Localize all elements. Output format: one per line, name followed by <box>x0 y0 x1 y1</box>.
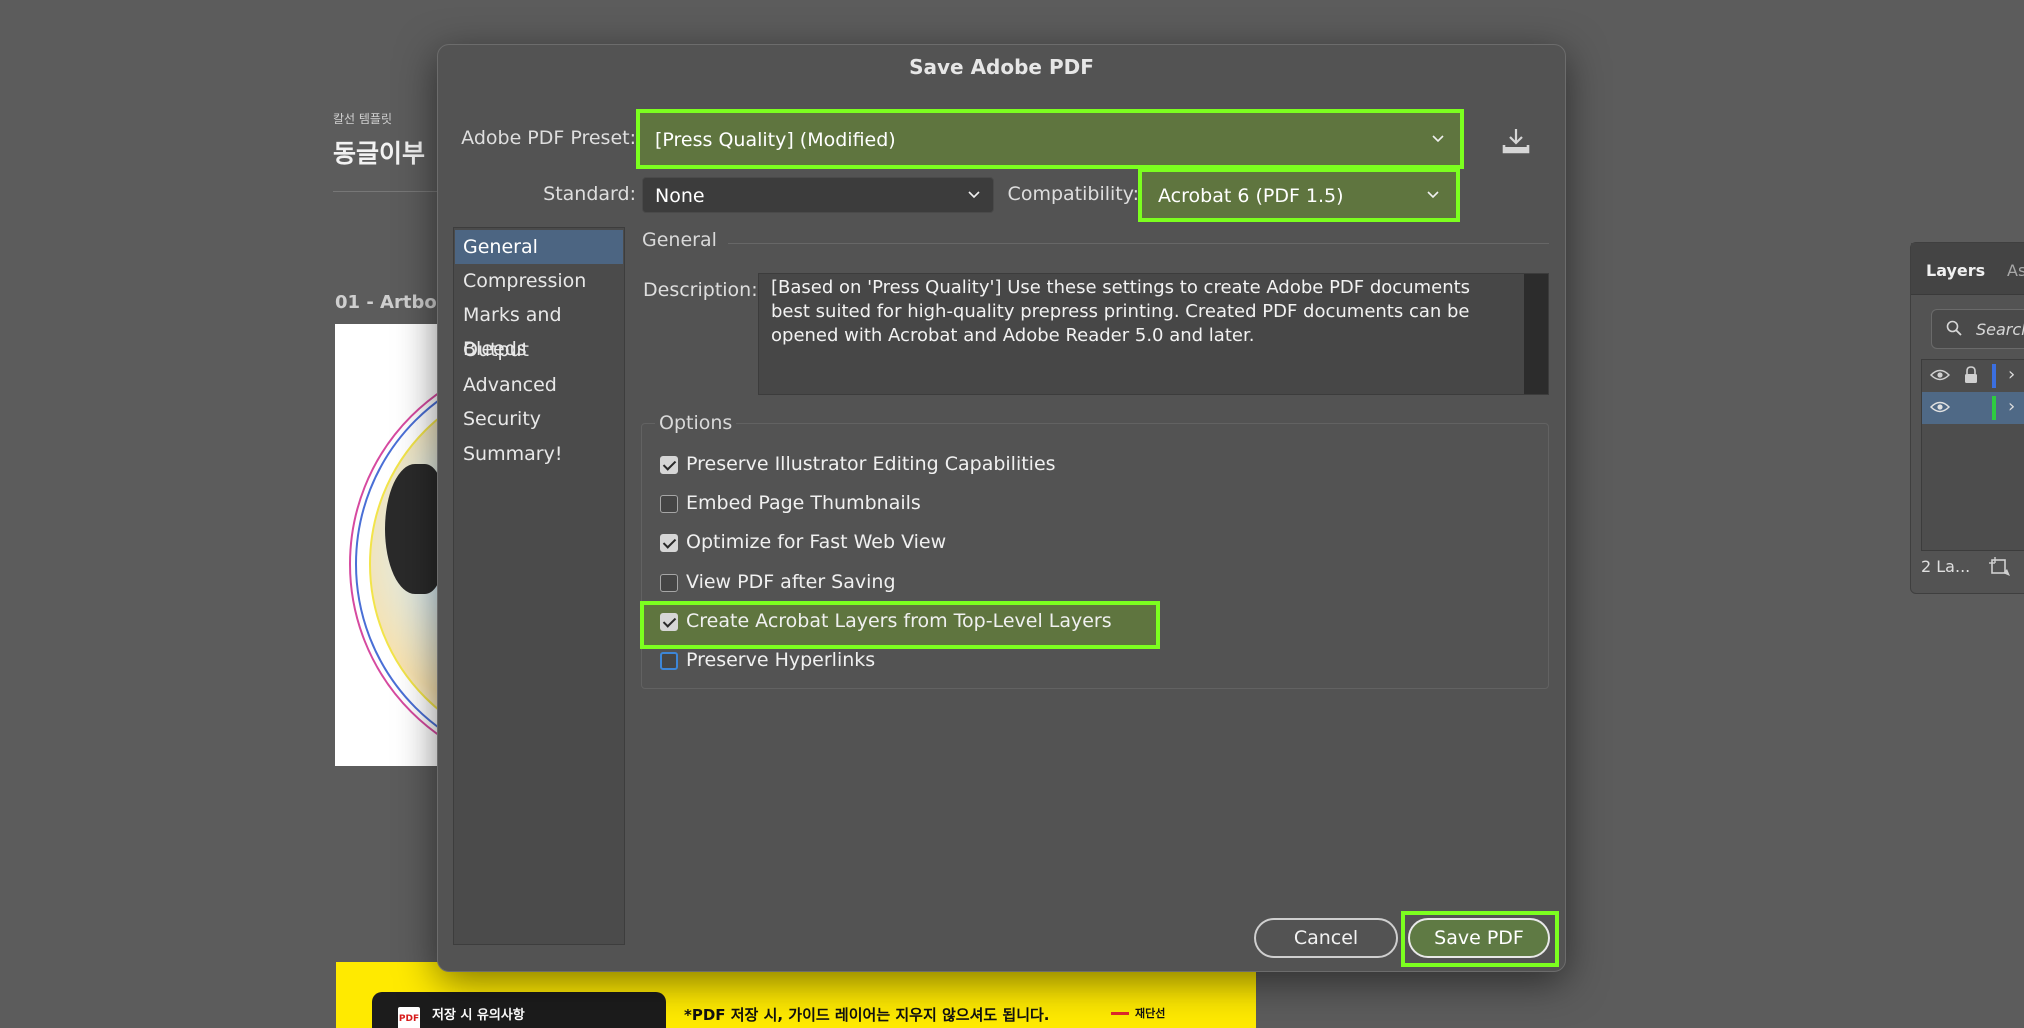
search-placeholder: Search <box>1976 320 2024 339</box>
sidebar-item-advanced[interactable]: Advanced <box>455 368 623 402</box>
option-label: Embed Page Thumbnails <box>686 492 921 514</box>
doc-title: 동글이부 <box>333 139 426 168</box>
layer-row[interactable]: › <box>1922 360 2024 392</box>
sidebar-item-general[interactable]: General <box>455 230 623 264</box>
sidebar-item-security[interactable]: Security <box>455 402 623 436</box>
pdf-icon: PDF <box>398 1007 420 1028</box>
standard-value: None <box>655 185 705 207</box>
expand-chevron-icon[interactable]: › <box>2008 364 2015 385</box>
banner-box-text: 저장 시 유의사항 <box>432 1008 525 1023</box>
layer-count: 2 La... <box>1921 557 1971 576</box>
standard-dropdown[interactable]: None <box>642 177 994 213</box>
section-rule <box>728 243 1549 244</box>
compatibility-value: Acrobat 6 (PDF 1.5) <box>1158 185 1344 207</box>
checkbox-checked[interactable] <box>660 456 678 474</box>
layer-color-swatch <box>1992 364 1996 388</box>
sidebar-item-compression[interactable]: Compression <box>455 264 623 298</box>
checkbox-checked[interactable] <box>660 534 678 552</box>
sidebar-item-output[interactable]: Output <box>455 333 623 367</box>
options-title: Options <box>655 412 737 434</box>
cancel-button[interactable]: Cancel <box>1254 918 1398 958</box>
tab-layers[interactable]: Layers <box>1926 261 1985 280</box>
checkbox-unchecked[interactable] <box>660 652 678 670</box>
chevron-down-icon <box>1427 191 1439 199</box>
artboard-collect-icon[interactable] <box>1989 557 2011 577</box>
tab-asset-export[interactable]: As <box>2007 261 2024 280</box>
checkbox-unchecked[interactable] <box>660 574 678 592</box>
doc-small-label: 칼선 템플릿 <box>333 112 393 126</box>
layer-color-swatch <box>1992 396 1996 420</box>
save-pdf-button[interactable]: Save PDF <box>1408 918 1550 958</box>
sidebar-item-marks-and-bleeds[interactable]: Marks and Bleeds <box>455 298 623 360</box>
option-label: Preserve Hyperlinks <box>686 649 876 671</box>
description-label: Description: <box>643 279 758 301</box>
chevron-down-icon <box>1432 135 1444 143</box>
description-scrollbar[interactable] <box>1524 274 1548 394</box>
option-label: Preserve Illustrator Editing Capabilitie… <box>686 453 1056 475</box>
save-preset-icon[interactable] <box>1501 127 1531 155</box>
sidebar-item-summary[interactable]: Summary! <box>455 437 623 471</box>
legend-line <box>1111 1012 1129 1015</box>
preset-dropdown[interactable]: [Press Quality] (Modified) <box>642 121 1458 157</box>
layers-panel-tabs: Layers As <box>1911 243 2024 295</box>
dialog-title: Save Adobe PDF <box>909 55 1094 79</box>
chevron-down-icon <box>968 191 980 199</box>
checkbox-unchecked[interactable] <box>660 495 678 513</box>
layers-list: › › <box>1921 359 2024 551</box>
save-pdf-dialog: Save Adobe PDF Adobe PDF Preset: [Press … <box>437 44 1566 972</box>
settings-sidebar: General Compression Marks and Bleeds Out… <box>453 227 625 945</box>
visibility-eye-icon[interactable] <box>1930 368 1950 382</box>
preset-value: [Press Quality] (Modified) <box>655 129 896 151</box>
visibility-eye-icon[interactable] <box>1930 400 1950 414</box>
option-label: Create Acrobat Layers from Top-Level Lay… <box>686 610 1112 632</box>
legend-text: 재단선 <box>1135 1007 1166 1020</box>
section-title: General <box>642 229 717 251</box>
divider <box>333 191 453 192</box>
expand-chevron-icon[interactable]: › <box>2008 396 2015 417</box>
compatibility-dropdown[interactable]: Acrobat 6 (PDF 1.5) <box>1145 177 1453 213</box>
layers-search-input[interactable]: Search <box>1931 309 2024 349</box>
option-label: View PDF after Saving <box>686 571 896 593</box>
artboard-hair <box>385 464 445 594</box>
layer-row[interactable]: › <box>1922 392 2024 424</box>
preset-label: Adobe PDF Preset: <box>461 127 636 149</box>
checkbox-checked[interactable] <box>660 613 678 631</box>
search-icon <box>1946 320 1962 336</box>
artboard <box>335 324 445 766</box>
compatibility-label: Compatibility: <box>1007 183 1139 205</box>
layers-panel: Layers As Search › <box>1910 242 2024 594</box>
standard-label: Standard: <box>543 183 636 205</box>
option-label: Optimize for Fast Web View <box>686 531 947 553</box>
banner-text: *PDF 저장 시, 가이드 레이어는 지우지 않으셔도 됩니다. <box>684 1006 1050 1024</box>
description-text: [Based on 'Press Quality'] Use these set… <box>771 277 1471 346</box>
description-box: [Based on 'Press Quality'] Use these set… <box>758 273 1549 395</box>
lock-icon[interactable] <box>1962 366 1980 384</box>
